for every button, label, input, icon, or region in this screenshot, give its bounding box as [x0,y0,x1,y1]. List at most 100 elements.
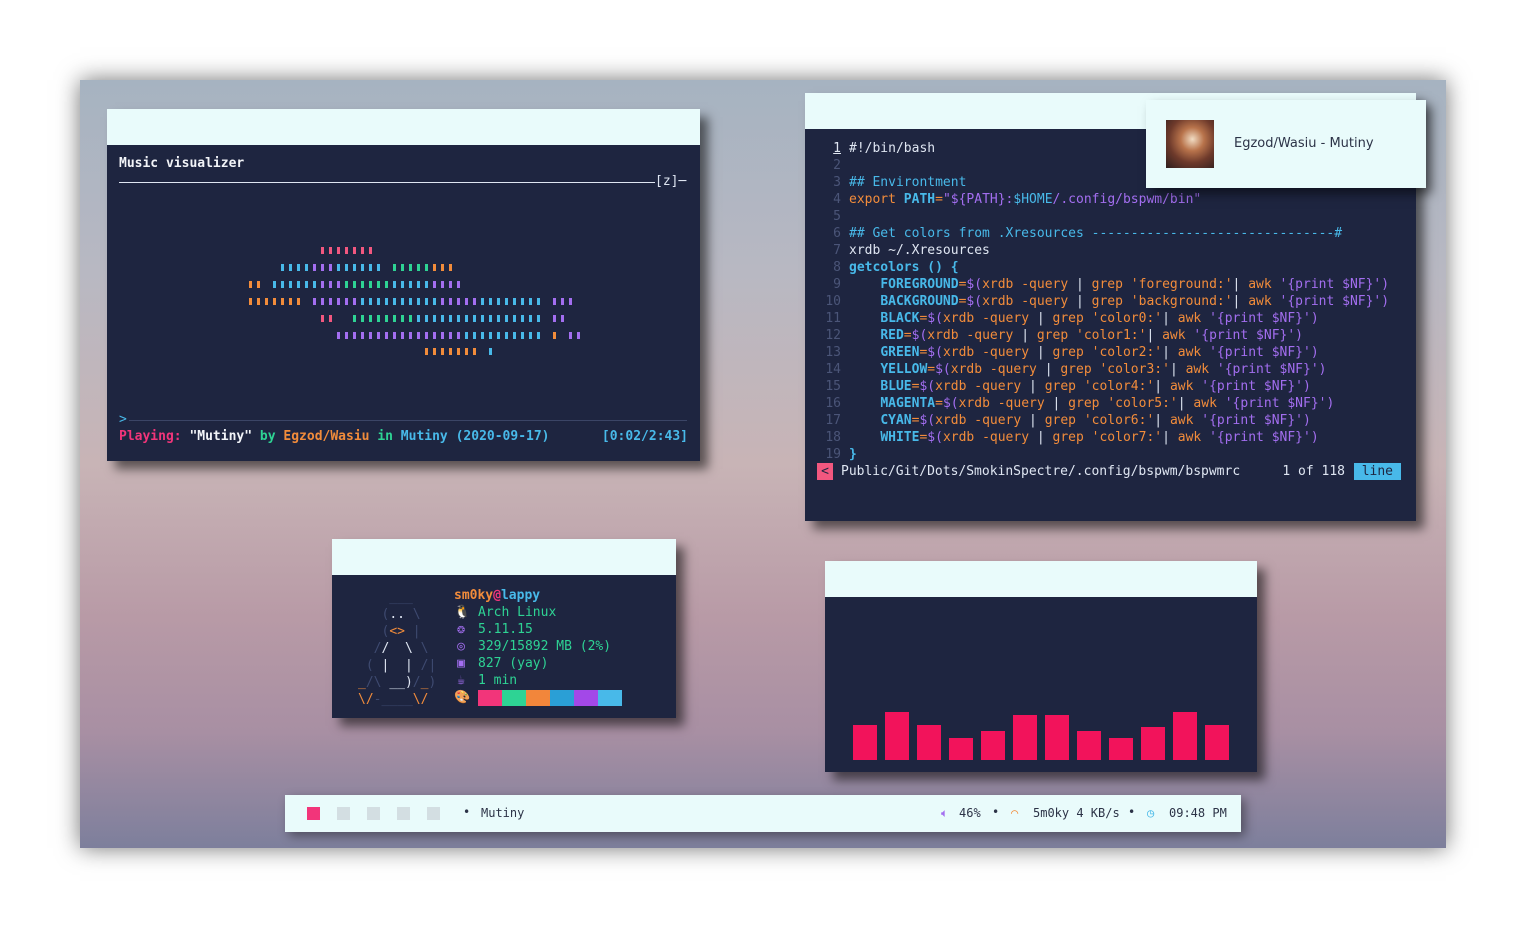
code-token: $( [927,345,943,360]
code-line[interactable]: 8 getcolors () { [817,259,1389,276]
line-number: 7 [833,243,841,258]
code-line[interactable]: 18 WHITE=$(xrdb -query | grep 'color7:'|… [817,429,1389,446]
color-swatch [478,689,502,706]
wifi-icon: ◠ [1011,806,1019,820]
code-token: | [1154,413,1170,428]
system-fetch-window[interactable]: ___ (.. \ (<> | // \ \ ( | | /| _/\ __)/… [332,539,676,718]
audio-bar [949,738,973,760]
code-token: ## Environtment [849,175,967,190]
code-token: MAGENTA [880,396,936,411]
code-token: = [903,328,912,343]
code-token: 'color1:' [1076,328,1147,343]
system-info: sm0ky@lappy 🐧 Arch Linux ❂ 5.11.15 ◎ 329/15… [454,587,622,706]
audio-bars-window[interactable] [825,561,1257,772]
code-token: xrdb -query [935,413,1030,428]
code-token: xrdb -query [935,379,1030,394]
code-line[interactable]: 15 BLUE=$(xrdb -query | grep 'color4:'| … [817,378,1389,395]
workspace-indicator[interactable] [397,807,410,820]
code-token: xrdb -query [982,277,1076,292]
color-swatch [502,689,526,706]
code-token: } [849,447,857,462]
status-panel: • Mutiny 🔈︎ 46% • ◠ 5m0ky 4 KB/s • ◷ 09:… [285,795,1241,832]
code-line[interactable]: 7 xrdb ~/.Xresources [817,242,1389,259]
titlebar[interactable] [825,561,1257,597]
code-line[interactable]: 12 RED=$(xrdb -query | grep 'color1:'| a… [817,327,1389,344]
code-line[interactable]: 6 ## Get colors from .Xresources --------… [817,225,1389,242]
active-window-title: Mutiny [481,806,525,820]
code-token: = [935,192,943,207]
code-line[interactable]: 16 MAGENTA=$(xrdb -query | grep 'color5:… [817,395,1389,412]
code-token: 'foreground:' [1130,277,1233,292]
code-token: grep [1044,413,1084,428]
prompt-marker: > [119,412,127,427]
code-line[interactable]: 11 BLACK=$(xrdb -query | grep 'color0:'|… [817,310,1389,327]
kernel-icon: ❂ [457,622,465,637]
code-token: | [1076,277,1092,292]
code-token: xrdb -query [982,294,1076,309]
code-line[interactable]: 5 [817,208,1389,225]
code-token: grep [1068,396,1108,411]
titlebar[interactable] [332,539,676,575]
visualizer-title: Music visualizer [119,156,245,171]
code-area[interactable]: 1 #!/bin/bash 2 3 ## Environtment 4 export PAT… [817,140,1389,463]
code-token: awk [1177,430,1210,445]
line-number: 13 [825,345,841,360]
mode-indicator: line [1353,463,1401,480]
desktop: Music visualizer [z]─ > Playing: "Mutiny… [80,80,1446,848]
line-number: 14 [825,362,841,377]
separator-dot: • [463,805,471,819]
code-line[interactable]: 10 BACKGROUND=$(xrdb -query | grep 'back… [817,293,1389,310]
notification-popup[interactable]: Egzod/Wasiu - Mutiny [1146,100,1426,188]
code-line[interactable]: 9 FOREGROUND=$(xrdb -query | grep 'foreg… [817,276,1389,293]
code-token: '{print $NF}') [1209,430,1319,445]
code-token: | [1036,311,1053,326]
volume-level[interactable]: 46% [959,805,981,822]
audio-bar [1205,725,1229,760]
code-token: grep [1091,294,1131,309]
clock[interactable]: 09:48 PM [1169,805,1227,822]
code-token: = [927,362,936,377]
code-token: getcolors () { [849,260,959,275]
audio-bar [1045,715,1069,760]
titlebar[interactable] [107,109,700,145]
uptime-icon: ☕ [457,673,465,688]
info-value: 329/15892 MB (2%) [478,639,612,654]
release-date: (2020-09-17) [455,429,550,444]
album-cover-image [1166,120,1214,168]
code-token: awk [1169,413,1202,428]
workspace-indicator[interactable] [337,807,350,820]
code-token: PATH [903,192,936,207]
code-line[interactable]: 13 GREEN=$(xrdb -query | grep 'color2:'|… [817,344,1389,361]
line-number: 11 [825,311,841,326]
now-playing-status: Playing: "Mutiny" by Egzod/Wasiu in Muti… [119,429,550,444]
audio-bar [885,712,909,760]
info-value: 827 (yay) [478,656,549,671]
code-token: grep [1036,328,1076,343]
audio-bar [981,731,1005,760]
network-status[interactable]: 5m0ky 4 KB/s [1033,805,1120,822]
notification-text: Egzod/Wasiu - Mutiny [1234,136,1374,151]
separator-dot: • [992,805,1000,819]
code-token: grep [1044,379,1084,394]
code-token: '{print $NF}') [1279,277,1390,292]
code-token: | [1162,311,1178,326]
line-number: 16 [825,396,841,411]
workspace-indicator[interactable] [427,807,440,820]
artist-name: Egzod/Wasiu [283,429,370,444]
code-line[interactable]: 4 export PATH="${PATH}:$HOME/.config/bspw… [817,191,1389,208]
status-divider [129,420,687,421]
code-line[interactable]: 14 YELLOW=$(xrdb -query | grep 'color3:'… [817,361,1389,378]
info-value: 1 min [478,673,518,688]
visualizer-bars [247,245,587,366]
workspace-indicator[interactable] [367,807,380,820]
color-swatch [598,689,622,706]
code-line[interactable]: 17 CYAN=$(xrdb -query | grep 'color6:'| … [817,412,1389,429]
info-value: Arch Linux [478,605,557,620]
code-token: BLACK [880,311,920,326]
audio-bar [853,725,877,760]
workspace-indicator[interactable] [307,807,320,820]
code-line[interactable]: 19} [817,446,1389,463]
code-token: FOREGROUND [880,277,959,292]
music-visualizer-window[interactable]: Music visualizer [z]─ > Playing: "Mutiny… [107,109,700,461]
